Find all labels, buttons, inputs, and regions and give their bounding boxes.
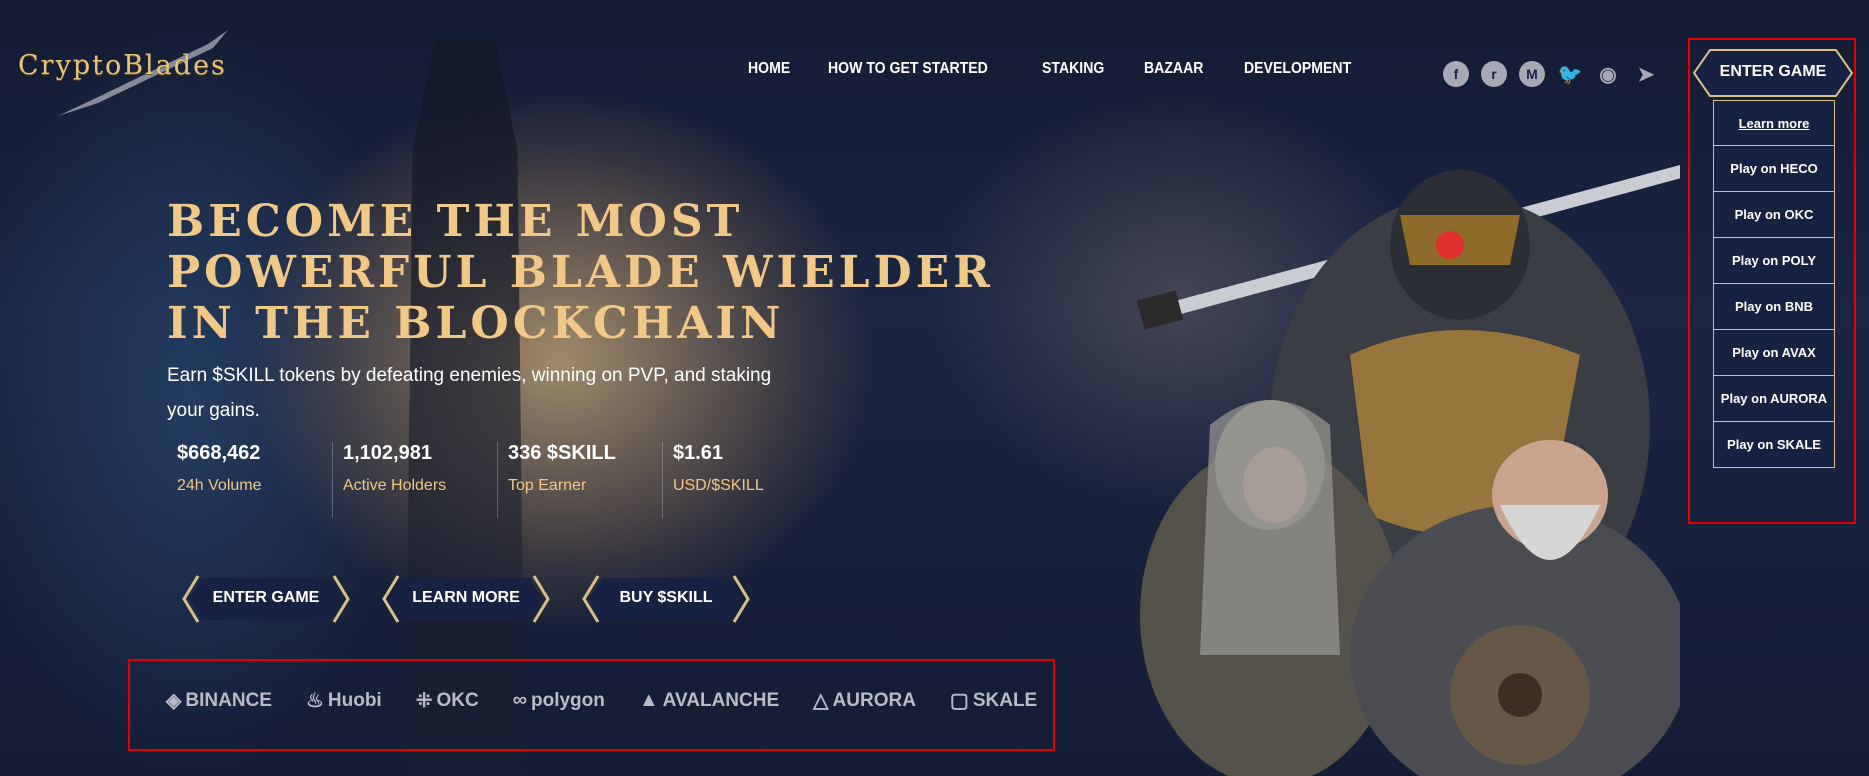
exchange-name: AVALANCHE [662,689,780,711]
menu-item-play-poly[interactable]: Play on POLY [1713,238,1835,284]
discord-icon[interactable]: ◉ [1595,61,1621,87]
stat-value: $1.61 [673,442,724,464]
menu-item-play-skale[interactable]: Play on SKALE [1713,422,1835,468]
avalanche-icon: ▲ [638,689,659,711]
buy-skill-button[interactable]: BUY $SKILL [576,574,756,624]
reddit-icon[interactable]: r [1481,61,1507,87]
stat-label: Active Holders [343,477,447,494]
facebook-icon[interactable]: f [1443,61,1469,87]
okc-icon: ⁜ [415,690,433,712]
menu-item-learn-more[interactable]: Learn more [1713,100,1835,146]
stat-label: Top Earner [508,477,587,494]
exchange-name: OKC [436,689,479,711]
learn-more-label: LEARN MORE [412,589,520,606]
stat-usd-skill: $1.61 USD/$SKILL [662,442,827,518]
exchange-avalanche[interactable]: ▲ AVALANCHE [639,689,779,712]
exchange-polygon[interactable]: ∞ polygon [513,689,605,712]
exchange-huobi[interactable]: ♨ Huobi [306,688,382,713]
hero-subtitle: Earn $SKILL tokens by defeating enemies,… [167,365,772,421]
aurora-icon: △ [813,690,829,712]
telegram-icon[interactable]: ➤ [1633,61,1659,87]
exchange-logos: ◈ BINANCE ♨ Huobi ⁜ OKC ∞ polygon ▲ AVAL… [166,688,1037,713]
learn-more-button[interactable]: LEARN MORE [376,574,556,624]
cryptoblades-logo[interactable]: CryptoBlades [18,28,268,118]
characters-illustration [1136,165,1680,776]
binance-icon: ◈ [166,690,182,712]
twitter-icon[interactable]: 🐦 [1557,61,1583,87]
exchange-aurora[interactable]: △ AURORA [813,688,916,713]
medium-icon[interactable]: M [1519,61,1545,87]
nav-bazaar[interactable]: BAZAAR [1144,60,1203,78]
menu-item-play-heco[interactable]: Play on HECO [1713,146,1835,192]
enter-game-menu: Learn more Play on HECO Play on OKC Play… [1713,100,1835,468]
menu-item-play-avax[interactable]: Play on AVAX [1713,330,1835,376]
stat-24h-volume: $668,462 24h Volume [167,442,332,518]
polygon-icon: ∞ [512,689,527,711]
enter-game-button[interactable]: ENTER GAME [176,574,356,624]
hero-title: BECOME THE MOST POWERFUL BLADE WIELDER I… [167,196,994,349]
main-nav: HOME HOW TO GET STARTED STAKING BAZAAR D… [748,60,1366,78]
skale-icon: ▢ [949,690,969,712]
exchange-binance[interactable]: ◈ BINANCE [166,688,272,713]
exchange-okc[interactable]: ⁜ OKC [416,688,479,713]
menu-item-play-aurora[interactable]: Play on AURORA [1713,376,1835,422]
enter-game-dropdown-label: ENTER GAME [1719,63,1827,80]
exchange-name: AURORA [832,689,916,711]
stat-value: $668,462 [177,442,261,464]
stat-active-holders: 1,102,981 Active Holders [332,442,497,518]
exchange-name: SKALE [972,689,1038,711]
social-links: f r M 🐦 ◉ ➤ [1443,61,1659,87]
nav-development[interactable]: DEVELOPMENT [1244,60,1351,78]
logo-text: CryptoBlades [18,50,227,81]
exchange-name: polygon [530,689,605,711]
stat-value: 336 $SKILL [508,442,616,464]
stat-top-earner: 336 $SKILL Top Earner [497,442,662,518]
enter-game-label: ENTER GAME [212,589,320,606]
nav-how-to-get-started[interactable]: HOW TO GET STARTED [828,60,988,78]
exchange-name: BINANCE [185,689,272,711]
stat-label: USD/$SKILL [673,477,764,494]
stat-label: 24h Volume [177,477,262,494]
enter-game-dropdown-button[interactable]: ENTER GAME [1692,48,1854,98]
exchange-skale[interactable]: ▢ SKALE [950,688,1037,713]
exchange-name: Huobi [327,689,382,711]
menu-item-play-okc[interactable]: Play on OKC [1713,192,1835,238]
menu-item-play-bnb[interactable]: Play on BNB [1713,284,1835,330]
buy-skill-label: BUY $SKILL [619,589,713,606]
nav-home[interactable]: HOME [748,60,790,78]
stats-row: $668,462 24h Volume 1,102,981 Active Hol… [167,442,827,518]
stat-value: 1,102,981 [343,442,432,464]
huobi-icon: ♨ [305,690,324,712]
nav-staking[interactable]: STAKING [1042,60,1104,78]
